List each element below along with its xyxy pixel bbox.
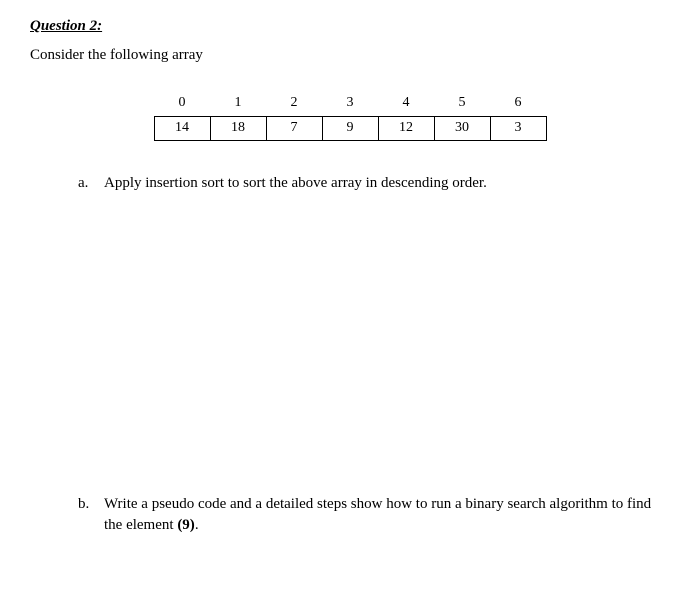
value-cell: 14 [154,116,210,140]
item-bold: (9) [177,517,195,533]
value-cell: 12 [378,116,434,140]
index-cell: 2 [266,92,322,116]
array-table-container: 0 1 2 3 4 5 6 14 18 7 9 12 30 3 [30,92,670,141]
question-list: a. Apply insertion sort to sort the abov… [30,173,670,536]
intro-text: Consider the following array [30,47,670,64]
value-cell: 18 [210,116,266,140]
question-item-a: a. Apply insertion sort to sort the abov… [78,173,670,194]
value-cell: 3 [490,116,546,140]
question-item-b: b. Write a pseudo code and a detailed st… [78,494,670,536]
value-row: 14 18 7 9 12 30 3 [154,116,546,140]
index-cell: 4 [378,92,434,116]
item-marker: b. [78,494,104,536]
item-text-part2: . [195,517,199,533]
item-text: Write a pseudo code and a detailed steps… [104,494,670,536]
index-cell: 1 [210,92,266,116]
question-title: Question 2: [30,18,670,35]
item-text: Apply insertion sort to sort the above a… [104,173,670,194]
value-cell: 7 [266,116,322,140]
item-marker: a. [78,173,104,194]
index-row: 0 1 2 3 4 5 6 [154,92,546,116]
index-cell: 6 [490,92,546,116]
value-cell: 30 [434,116,490,140]
index-cell: 5 [434,92,490,116]
array-table: 0 1 2 3 4 5 6 14 18 7 9 12 30 3 [154,92,547,141]
index-cell: 3 [322,92,378,116]
value-cell: 9 [322,116,378,140]
index-cell: 0 [154,92,210,116]
